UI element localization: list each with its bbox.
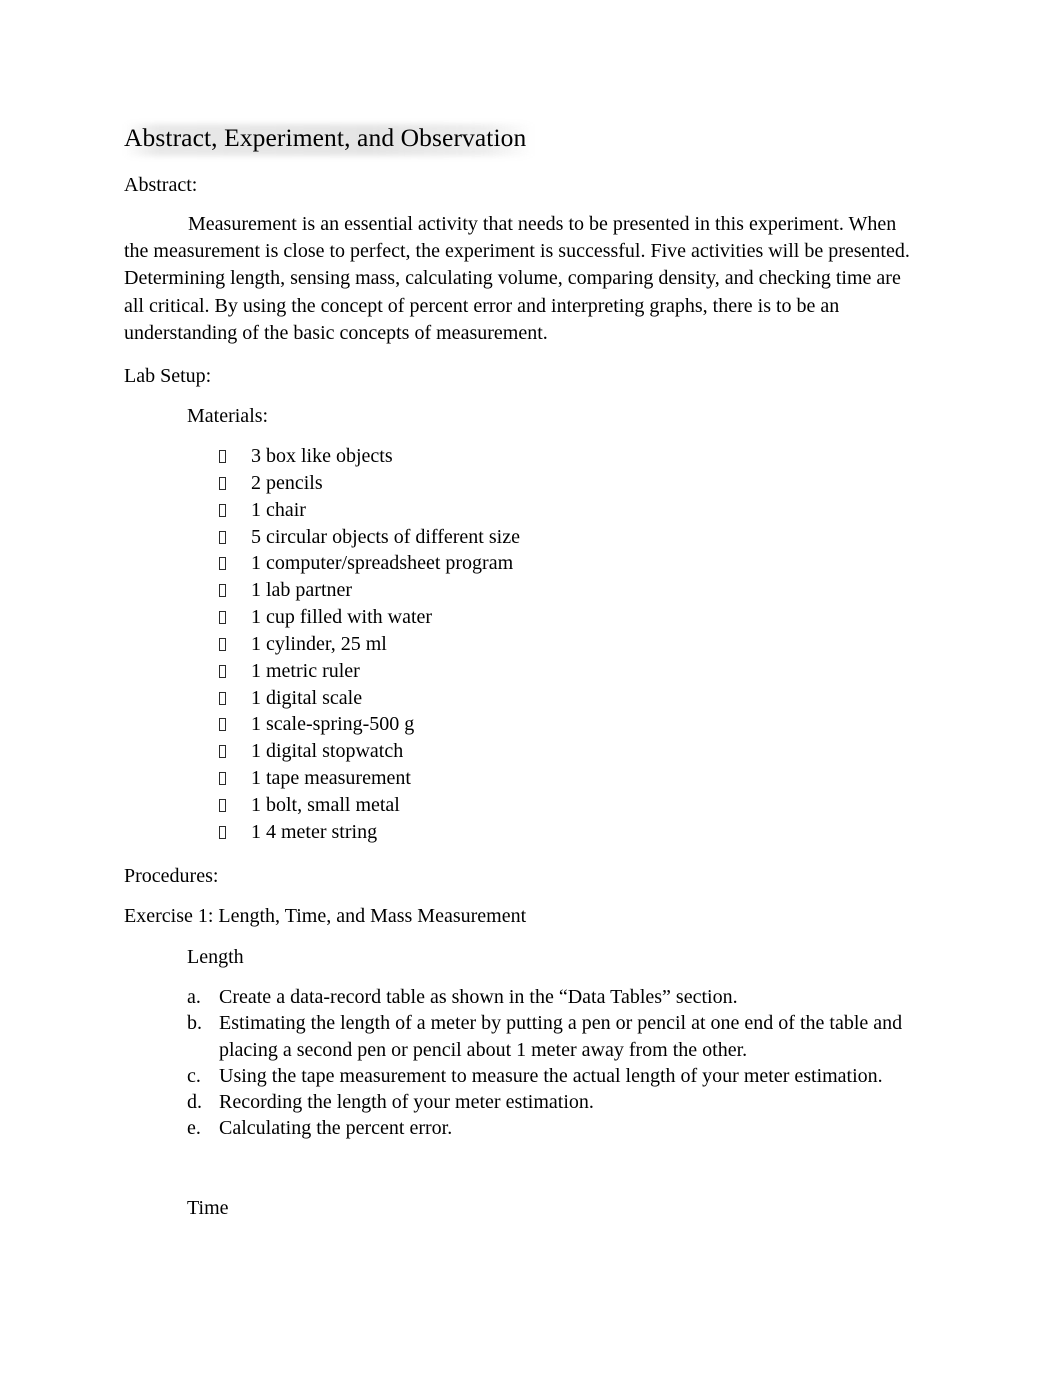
- bullet-box-icon: [219, 503, 226, 517]
- list-item-marker: b.: [187, 1012, 202, 1035]
- bullet-box-icon: [219, 691, 226, 705]
- bullet-box-icon: [219, 825, 226, 839]
- materials-heading: Materials:: [187, 405, 269, 427]
- list-item-label: 1 bolt, small metal: [251, 793, 400, 816]
- document-page: Abstract, Experiment, and Observation Ab…: [0, 0, 1062, 1376]
- exercise-heading: Exercise 1: Length, Time, and Mass Measu…: [124, 905, 527, 927]
- list-item-label: 1 digital scale: [251, 686, 363, 709]
- list-item: e. Calculating the percent error.: [187, 1115, 917, 1141]
- list-item: 1 chair: [219, 497, 520, 524]
- list-item: 1 computer/spreadsheet program: [219, 550, 520, 577]
- list-item-label: Create a data-record table as shown in t…: [219, 986, 738, 1008]
- abstract-heading: Abstract:: [124, 174, 198, 196]
- bullet-box-icon: [219, 557, 226, 571]
- list-item-label: 2 pencils: [251, 471, 323, 494]
- list-item-label: 1 digital stopwatch: [251, 740, 404, 763]
- list-item: 1 4 meter string: [219, 819, 520, 846]
- list-item: 3 box like objects: [219, 443, 520, 470]
- list-item: 1 bolt, small metal: [219, 792, 520, 819]
- list-item: 5 circular objects of different size: [219, 524, 520, 551]
- list-item: c. Using the tape measurement to measure …: [187, 1063, 917, 1089]
- list-item: d. Recording the length of your meter est…: [187, 1089, 917, 1115]
- list-item: 1 metric ruler: [219, 658, 520, 685]
- list-item-marker: c.: [187, 1064, 201, 1087]
- list-item-label: 5 circular objects of different size: [251, 525, 520, 548]
- list-item-marker: d.: [187, 1091, 202, 1114]
- list-item-label: 1 4 meter string: [251, 820, 378, 843]
- list-item-label: 1 chair: [251, 498, 306, 521]
- list-item: 1 cylinder, 25 ml: [219, 631, 520, 658]
- page-title: Abstract, Experiment, and Observation: [124, 123, 527, 152]
- list-item: 1 digital stopwatch: [219, 738, 520, 765]
- materials-list: 3 box like objects 2 pencils 1 chair 5 circ…: [219, 443, 520, 846]
- page-title-container: Abstract, Experiment, and Observation: [124, 122, 924, 158]
- list-item-label: 1 computer/spreadsheet program: [251, 552, 514, 575]
- list-item-marker: e.: [187, 1117, 201, 1140]
- length-subheading: Length: [187, 946, 244, 968]
- list-item: 1 tape measurement: [219, 765, 520, 792]
- list-item-label: 1 cylinder, 25 ml: [251, 632, 387, 655]
- list-item: 2 pencils: [219, 470, 520, 497]
- list-item-marker: a.: [187, 986, 201, 1008]
- bullet-box-icon: [219, 772, 226, 786]
- list-item: 1 digital scale: [219, 685, 520, 712]
- list-item-label: 3 box like objects: [251, 445, 393, 467]
- list-item: 1 lab partner: [219, 577, 520, 604]
- list-item-label: Estimating the length of a meter by putt…: [219, 1012, 903, 1061]
- bullet-box-icon: [219, 530, 226, 544]
- list-item: 1 cup filled with water: [219, 604, 520, 631]
- bullet-box-icon: [219, 718, 226, 732]
- bullet-box-icon: [219, 745, 226, 759]
- time-subheading: Time: [187, 1197, 229, 1219]
- list-item: b. Estimating the length of a meter by pu…: [187, 1010, 917, 1063]
- lab-setup-heading: Lab Setup:: [124, 365, 212, 387]
- bullet-box-icon: [219, 664, 226, 678]
- procedures-heading: Procedures:: [124, 865, 219, 887]
- list-item-label: 1 tape measurement: [251, 767, 411, 790]
- list-item-label: Using the tape measurement to measure th…: [219, 1064, 883, 1087]
- bullet-box-icon: [219, 637, 226, 651]
- bullet-box-icon: [219, 450, 226, 463]
- list-item-label: 1 cup filled with water: [251, 606, 433, 629]
- list-item-label: Recording the length of your meter estim…: [219, 1091, 594, 1114]
- list-item-label: 1 metric ruler: [251, 659, 360, 682]
- list-item-label: Calculating the percent error.: [219, 1117, 453, 1140]
- list-item: a. Create a data-record table as shown in…: [187, 984, 917, 1010]
- bullet-box-icon: [219, 798, 226, 812]
- bullet-box-icon: [219, 611, 226, 625]
- bullet-box-icon: [219, 476, 226, 490]
- list-item: 1 scale-spring-500 g: [219, 711, 520, 738]
- list-item-label: 1 scale-spring-500 g: [251, 713, 415, 736]
- abstract-paragraph: Measurement is an essential activity tha…: [124, 213, 910, 344]
- bullet-box-icon: [219, 584, 226, 598]
- list-item-label: 1 lab partner: [251, 579, 353, 602]
- length-steps-list: a. Create a data-record table as shown in…: [187, 984, 917, 1142]
